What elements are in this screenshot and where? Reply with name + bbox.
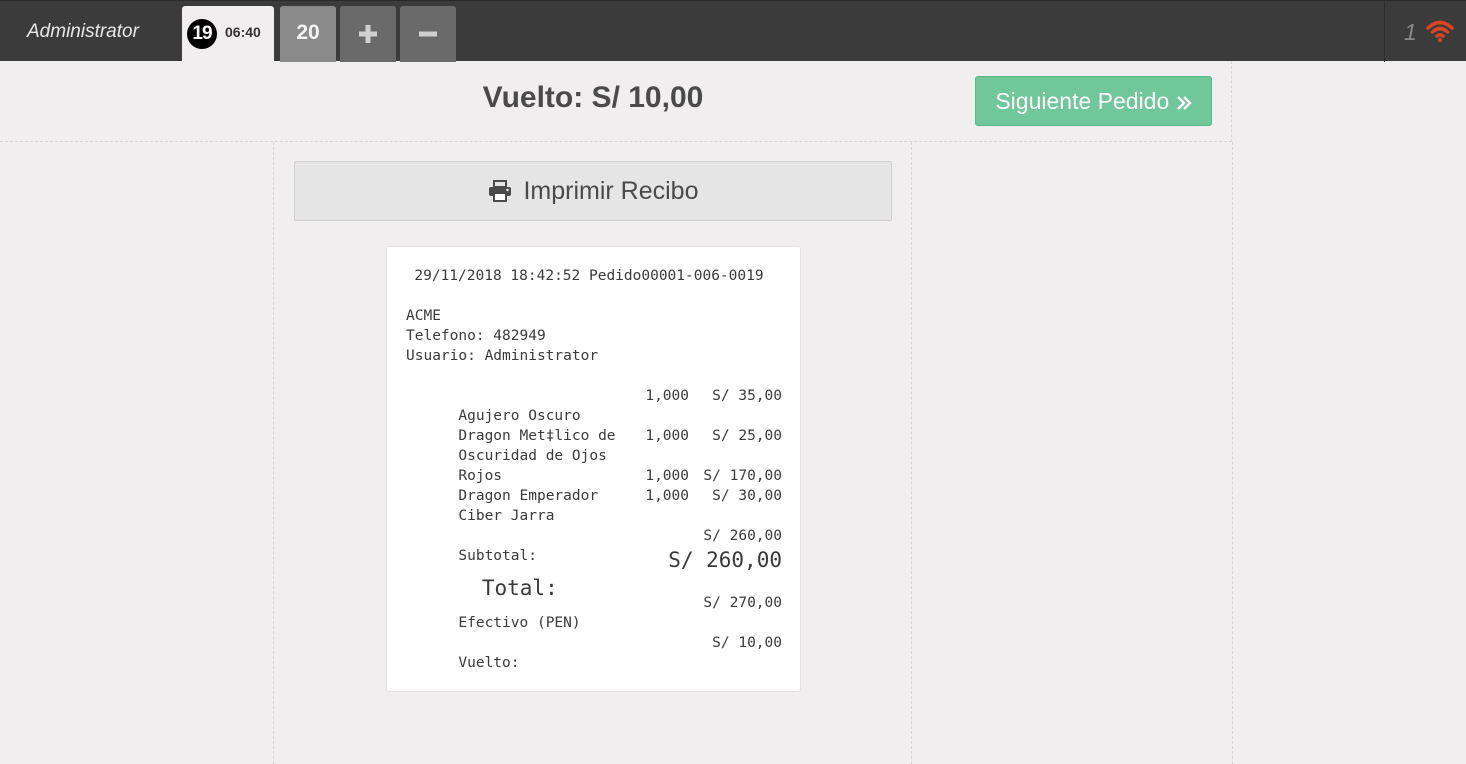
next-order-button[interactable]: Siguiente Pedido [975, 76, 1212, 126]
receipt-item: Dragon Met‡lico de [406, 406, 782, 444]
payment-value: S/ 270,00 [703, 595, 782, 611]
receipt-column: Imprimir Recibo 29/11/2018 18:42:52 Pedi… [273, 142, 912, 764]
receipt-company: ACME [406, 308, 441, 324]
receipt-item: Rojos [406, 446, 782, 484]
item-price: S/ 25,00 [712, 428, 782, 444]
order-tab-active[interactable]: 19 06:40 [182, 6, 274, 62]
order-tab-number: 20 [296, 21, 320, 44]
print-receipt-label: Imprimir Recibo [523, 177, 699, 205]
item-price: S/ 35,00 [712, 388, 782, 404]
receipt-item: Oscuridad de Ojos 1,000 S/ 25,00 [406, 426, 782, 464]
receipt-subtotal: Subtotal: S/ 260,00 [406, 526, 782, 564]
receipt-item: Dragon Emperador 1,000 S/ 170,00 [406, 466, 782, 504]
total-value: S/ 260,00 [668, 548, 782, 572]
receipt-header-line: 29/11/2018 18:42:52 Pedido00001-006-0019 [414, 268, 764, 284]
receipt-phone: Telefono: 482949 [406, 328, 546, 344]
item-qty: 1,000 [645, 428, 689, 444]
item-qty: 1,000 [645, 488, 689, 504]
connection-status[interactable]: 1 [1384, 1, 1466, 62]
add-order-button[interactable] [340, 6, 396, 62]
top-bar: Administrator 19 06:40 20 1 [0, 0, 1466, 62]
next-order-label: Siguiente Pedido [995, 88, 1170, 114]
order-tab-20[interactable]: 20 [280, 6, 336, 62]
double-chevron-right-icon [1176, 96, 1192, 110]
user-name[interactable]: Administrator [27, 21, 139, 43]
receipt-user: Usuario: Administrator [406, 348, 599, 364]
plus-icon [359, 25, 377, 43]
subtotal-value: S/ 260,00 [703, 528, 782, 544]
order-time: 06:40 [225, 24, 261, 40]
receipt: 29/11/2018 18:42:52 Pedido00001-006-0019… [386, 246, 801, 692]
receipt-change: Vuelto: S/ 10,00 [406, 633, 782, 671]
print-receipt-button[interactable]: Imprimir Recibo [294, 161, 892, 221]
change-header: Vuelto: S/ 10,00 Siguiente Pedido [0, 61, 1232, 142]
receipt-total: Total: S/ 260,00 [406, 546, 782, 600]
item-qty: 1,000 [645, 388, 689, 404]
receipt-item: Ciber Jarra 1,000 S/ 30,00 [406, 486, 782, 524]
remove-order-button[interactable] [400, 6, 456, 62]
order-number-badge: 19 [187, 19, 217, 49]
payment-label: Efectivo (PEN) [458, 615, 581, 631]
change-label: Vuelto: [458, 655, 520, 671]
receipt-payment: Efectivo (PEN) S/ 270,00 [406, 593, 782, 631]
connection-count: 1 [1404, 19, 1417, 45]
item-price: S/ 30,00 [712, 488, 782, 504]
receipt-item: Agujero Oscuro 1,000 S/ 35,00 [406, 386, 782, 424]
minus-icon [419, 31, 437, 37]
column-divider [1232, 142, 1233, 764]
item-price: S/ 170,00 [703, 468, 782, 484]
item-name: Ciber Jarra [458, 508, 555, 524]
item-qty: 1,000 [645, 468, 689, 484]
wifi-icon [1426, 20, 1454, 42]
print-icon [488, 180, 511, 202]
change-value: S/ 10,00 [712, 635, 782, 651]
